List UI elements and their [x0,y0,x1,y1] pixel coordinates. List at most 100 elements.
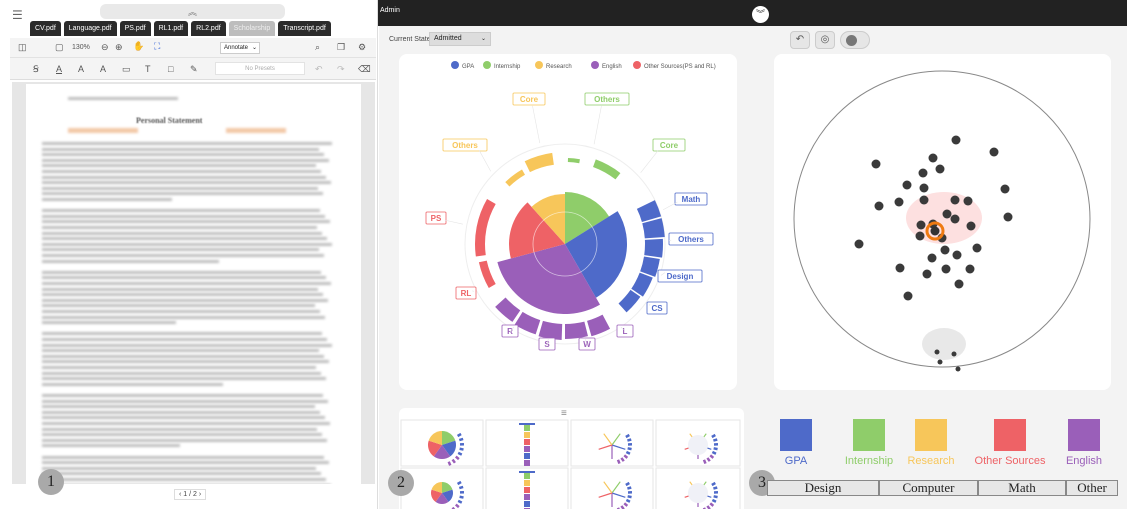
applicant-point[interactable] [915,231,925,241]
outer-ring-segment[interactable] [636,200,662,222]
applicant-point[interactable] [972,243,982,253]
thumbnail-cell[interactable] [570,419,654,467]
page-indicator[interactable]: ‹ 1 / 2 › [174,489,207,500]
legend-item-internship[interactable]: Internship [844,419,894,467]
sunburst-chart[interactable]: GPA Internship Research English Other Source… [399,54,737,390]
text-tool-icon[interactable]: T [145,64,151,74]
collapse-handle[interactable]: ︽ [100,4,285,19]
ring-label-others[interactable]: Others [668,232,714,246]
applicant-point[interactable] [951,135,961,145]
font-size-icon[interactable]: A [78,64,84,74]
presets-field[interactable]: No Presets [215,62,305,75]
applicant-point[interactable] [954,279,964,289]
legend-item-gpa[interactable]: GPA [771,419,821,467]
outer-ring-segment[interactable] [642,218,665,239]
applicant-point[interactable] [895,263,905,273]
applicant-point[interactable] [1000,184,1010,194]
applicant-point[interactable] [871,159,881,169]
ring-label-others[interactable]: Others [584,92,630,106]
strikethrough-icon[interactable]: A [100,64,106,74]
applicant-point[interactable] [934,349,940,355]
ring-label-rl[interactable]: RL [455,286,477,300]
tab-scholarship[interactable]: Scholarship [228,21,276,36]
thumbnail-chart-set[interactable] [399,408,744,509]
ring-label-core[interactable]: Core [512,92,546,106]
pen-tool-icon[interactable]: ✎ [190,64,198,75]
applicant-point[interactable] [935,164,945,174]
applicant-point[interactable] [937,359,943,365]
undo-view-icon[interactable]: ↶ [790,31,810,49]
drag-handle-icon[interactable]: ≡ [561,408,567,419]
applicant-point[interactable] [989,147,999,157]
applicant-point[interactable] [927,253,937,263]
target-icon[interactable]: ◎ [815,31,835,49]
applicant-point[interactable] [902,180,912,190]
hand-tool-icon[interactable]: ✋ [133,41,144,52]
tab-transcript-pdf[interactable]: Transcript.pdf [278,21,331,36]
outer-ring-segment[interactable] [640,256,660,277]
document-viewport[interactable]: Personal Statement [12,82,375,484]
applicant-point[interactable] [918,168,928,178]
applicant-point[interactable] [916,220,926,230]
applicant-point[interactable] [950,195,960,205]
outer-ring-segment[interactable] [478,260,496,288]
outer-ring-segment[interactable] [565,321,588,339]
projection-scatter[interactable] [774,54,1111,390]
course-tab-design[interactable]: Design [767,480,879,496]
annotate-select[interactable]: Annotate ⌄ [220,42,260,54]
applicant-point[interactable] [942,209,952,219]
select-tool-icon[interactable]: ⛶ [154,41,160,52]
course-tab-computer[interactable]: Computer [879,480,978,496]
applicant-point[interactable] [952,250,962,260]
outer-ring-segment[interactable] [587,314,611,337]
redo-icon[interactable]: ↷ [337,64,345,75]
applicant-point[interactable] [940,245,950,255]
outer-ring-segment[interactable] [593,159,621,180]
applicant-point[interactable] [1003,212,1013,222]
outer-ring-segment[interactable] [514,311,541,335]
eraser-icon[interactable]: ⌫ [358,64,371,75]
ring-label-ps[interactable]: PS [425,211,447,225]
zoom-level[interactable]: 130% [72,44,90,51]
outer-ring-segment[interactable] [495,297,521,322]
ring-label-core[interactable]: Core [652,138,686,152]
outer-ring-segment[interactable] [644,238,663,258]
applicant-point[interactable] [965,264,975,274]
ring-label-r[interactable]: R [501,324,519,338]
applicant-point[interactable] [894,197,904,207]
course-tab-math[interactable]: Math [978,480,1066,496]
outer-ring-segment[interactable] [618,289,641,313]
settings-gear-icon[interactable]: ⚙ [358,42,366,53]
undo-icon[interactable]: ↶ [315,64,323,75]
tab-rl2-pdf[interactable]: RL2.pdf [191,21,226,36]
applicant-point[interactable] [928,153,938,163]
applicant-point[interactable] [854,239,864,249]
text-highlight-icon[interactable]: Ꞩ [33,64,39,75]
copy-icon[interactable]: ❐ [337,42,345,53]
applicant-point[interactable] [951,351,957,357]
zoom-out-icon[interactable]: ⊖ [101,42,109,53]
tab-language-pdf[interactable]: Language.pdf [63,21,117,36]
applicant-point[interactable] [922,269,932,279]
legend-item-other-sources[interactable]: Other Sources [965,419,1055,467]
sidebar-toggle-icon[interactable]: ◫ [18,42,27,53]
applicant-point[interactable] [903,291,913,301]
legend-item-english[interactable]: English [1059,419,1109,467]
view-toggle[interactable] [840,31,870,49]
legend-item-research[interactable]: Research [906,419,956,467]
course-tab-other[interactable]: Other [1066,480,1118,496]
outer-ring-segment[interactable] [538,320,563,340]
applicant-point[interactable] [950,214,960,224]
applicant-point[interactable] [919,183,929,193]
underline-icon[interactable]: A [56,64,62,74]
ring-label-design[interactable]: Design [657,269,703,283]
outer-ring-segment[interactable] [505,169,525,187]
tab-cv-pdf[interactable]: CV.pdf [30,21,61,36]
applicant-point[interactable] [955,366,961,372]
outer-ring-segment[interactable] [524,152,554,173]
zoom-in-icon[interactable]: ⊕ [115,42,123,53]
applicant-point[interactable] [963,196,973,206]
applicant-point[interactable] [941,264,951,274]
applicant-point[interactable] [874,201,884,211]
tab-ps-pdf[interactable]: PS.pdf [119,21,151,36]
